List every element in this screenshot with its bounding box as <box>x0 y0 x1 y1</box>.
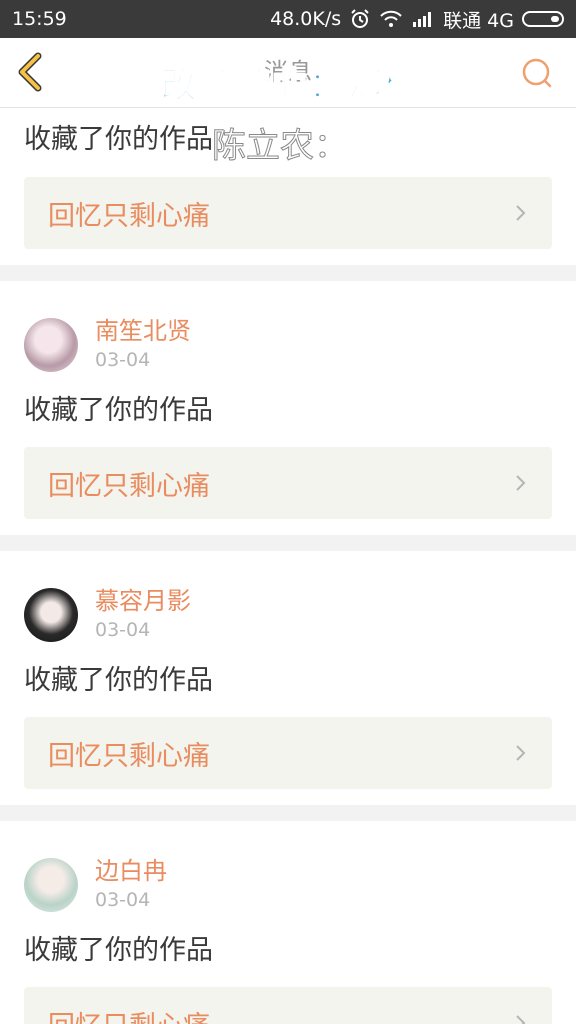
divider <box>0 265 576 281</box>
work-link[interactable]: 回忆只剩心痛 <box>24 717 552 789</box>
network-speed: 48.0K/s <box>270 8 342 30</box>
notification-list: 收藏了你的作品 回忆只剩心痛 南笙北贤 03-04 收藏了你的作品 回忆只剩心痛… <box>0 108 576 1024</box>
wifi-icon <box>379 9 403 29</box>
status-time: 15:59 <box>12 8 67 30</box>
work-link[interactable]: 回忆只剩心痛 <box>24 987 552 1024</box>
chevron-right-icon <box>516 475 526 491</box>
notification-card: 南笙北贤 03-04 收藏了你的作品 回忆只剩心痛 <box>0 281 576 519</box>
user-row[interactable]: 慕容月影 03-04 <box>24 551 552 655</box>
alarm-icon <box>349 8 371 30</box>
overlay-caption: 陈立农： <box>212 126 349 167</box>
notification-date: 03-04 <box>95 619 151 641</box>
work-link[interactable]: 回忆只剩心痛 <box>24 447 552 519</box>
battery-icon <box>522 11 564 27</box>
search-button[interactable] <box>520 56 554 90</box>
chevron-right-icon <box>516 205 526 221</box>
chevron-right-icon <box>516 1015 526 1024</box>
overlay-caption: 改编编曲：郑楠 <box>160 64 420 107</box>
notification-date: 03-04 <box>95 349 151 371</box>
notification-card: 慕容月影 03-04 收藏了你的作品 回忆只剩心痛 <box>0 551 576 789</box>
avatar[interactable] <box>24 588 78 642</box>
user-name[interactable]: 边白冉 <box>95 856 167 886</box>
work-link[interactable]: 回忆只剩心痛 <box>24 177 552 249</box>
user-meta: 南笙北贤 03-04 <box>95 316 191 374</box>
carrier: 联通 4G <box>443 9 514 32</box>
action-text: 收藏了你的作品 <box>24 665 213 696</box>
work-title: 回忆只剩心痛 <box>48 1004 514 1024</box>
notification-date: 03-04 <box>95 889 151 911</box>
action-text: 收藏了你的作品 <box>24 395 213 426</box>
user-row[interactable]: 南笙北贤 03-04 <box>24 281 552 385</box>
notification-card: 边白冉 03-04 收藏了你的作品 回忆只剩心痛 <box>0 821 576 1024</box>
user-name[interactable]: 南笙北贤 <box>95 316 191 346</box>
action-text: 收藏了你的作品 <box>24 935 213 966</box>
user-row[interactable]: 边白冉 03-04 <box>24 821 552 925</box>
signal-icon <box>411 10 435 28</box>
user-meta: 慕容月影 03-04 <box>95 586 191 644</box>
status-bar: 15:59 48.0K/s 联通 4G <box>0 0 576 38</box>
divider <box>0 535 576 551</box>
divider <box>0 805 576 821</box>
work-title: 回忆只剩心痛 <box>48 740 210 772</box>
avatar[interactable] <box>24 858 78 912</box>
user-meta: 边白冉 03-04 <box>95 856 167 914</box>
work-title: 回忆只剩心痛 <box>48 470 210 502</box>
status-right: 48.0K/s 联通 4G <box>270 6 564 33</box>
search-icon <box>522 58 552 88</box>
chevron-right-icon <box>516 745 526 761</box>
avatar[interactable] <box>24 318 78 372</box>
work-title: 回忆只剩心痛 <box>48 200 210 232</box>
user-name[interactable]: 慕容月影 <box>95 586 191 616</box>
